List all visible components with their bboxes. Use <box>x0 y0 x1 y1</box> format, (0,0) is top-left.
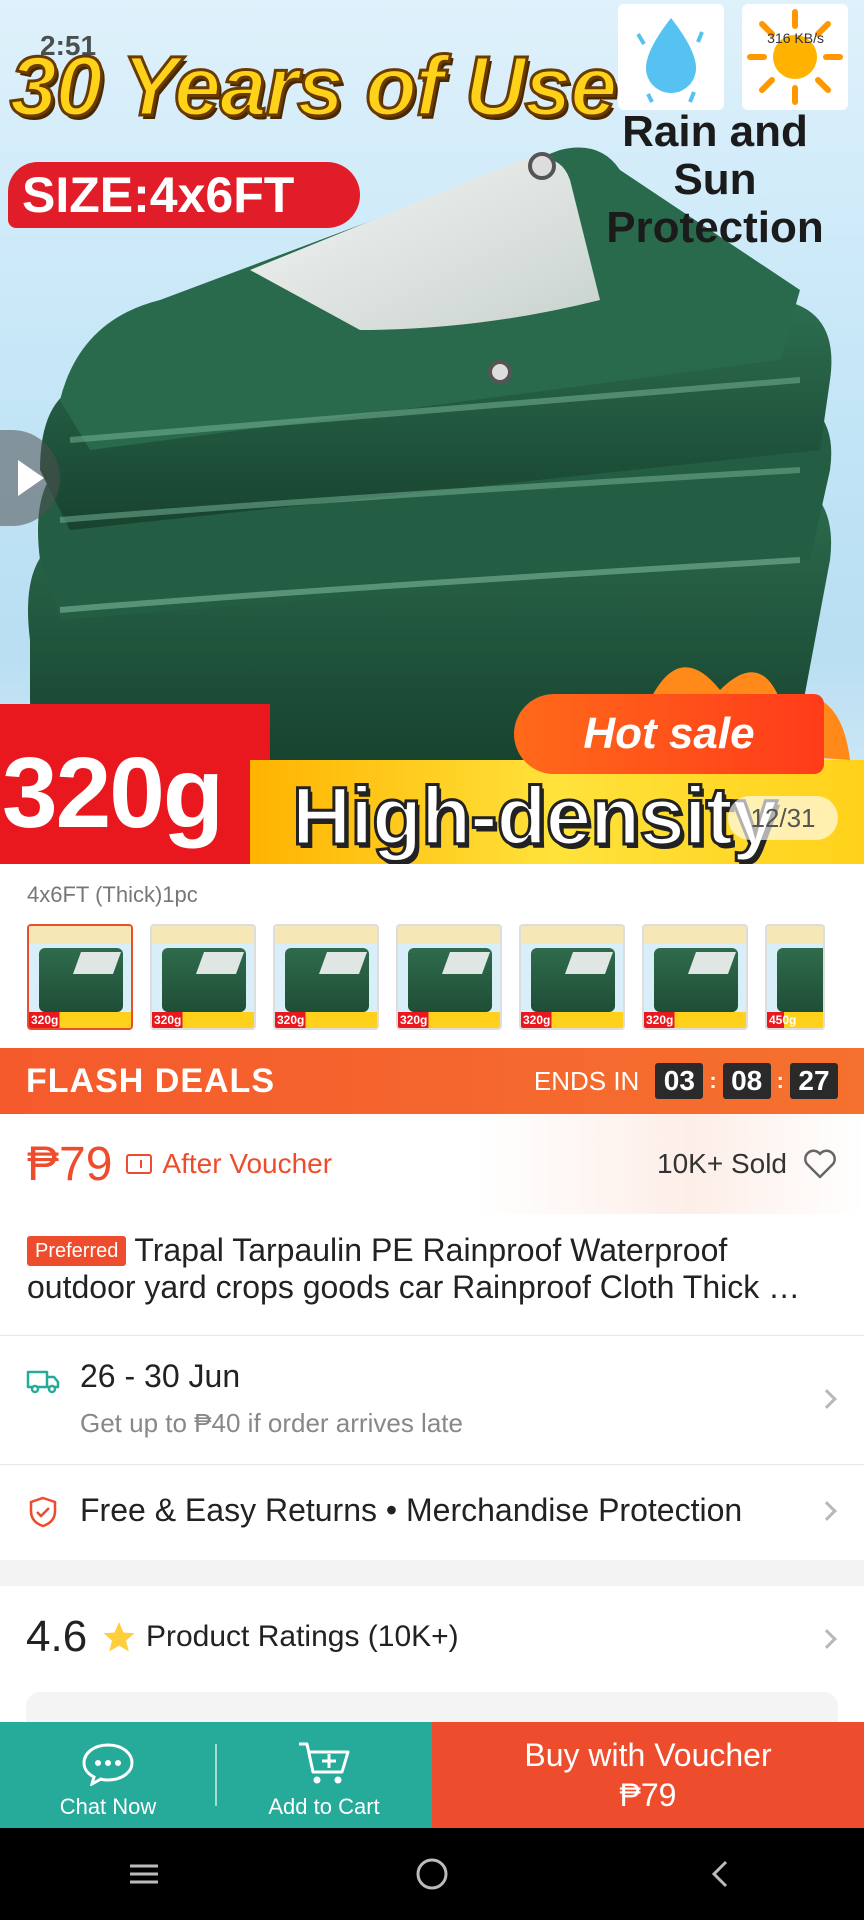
voucher-icon <box>126 1154 153 1174</box>
chat-now-button[interactable]: Chat Now <box>0 1722 216 1828</box>
chevron-right-icon <box>817 1629 837 1649</box>
variant-thumbnail[interactable]: 320g <box>396 924 502 1030</box>
price-row: ₱79 After Voucher 10K+ Sold <box>0 1114 864 1214</box>
heart-icon[interactable] <box>803 1149 837 1179</box>
returns-row[interactable]: Free & Easy Returns • Merchandise Protec… <box>0 1464 864 1560</box>
variant-thumbnail[interactable]: 320g <box>150 924 256 1030</box>
shield-icon <box>29 1496 57 1528</box>
shipping-row[interactable]: 26 - 30 Jun Get up to ₱40 if order arriv… <box>0 1336 864 1464</box>
system-navigation-bar <box>0 1828 864 1920</box>
divider <box>215 1744 217 1806</box>
timer-seconds: 27 <box>790 1063 838 1099</box>
add-to-cart-label: Add to Cart <box>268 1794 380 1819</box>
status-time: 2:51 <box>40 30 97 61</box>
after-voucher-label: After Voucher <box>162 1148 333 1179</box>
play-icon <box>18 460 44 496</box>
bottom-action-bar: Chat Now Add to Cart Buy with Voucher ₱7… <box>0 1722 864 1828</box>
back-icon[interactable] <box>690 1844 750 1904</box>
delivery-dates: 26 - 30 Jun <box>80 1358 241 1394</box>
flash-deal-bar[interactable]: FLASH DEALS ENDS IN 03 : 08 : 27 <box>0 1048 864 1114</box>
timer-minutes: 08 <box>722 1063 771 1099</box>
network-speed: 316 KB/s <box>767 30 824 46</box>
status-bar: 2:51 316 KB/s <box>0 0 864 100</box>
add-to-cart-button[interactable]: Add to Cart <box>216 1722 432 1828</box>
chat-now-label: Chat Now <box>59 1794 157 1819</box>
image-page-counter: 12/31 <box>728 796 838 840</box>
variant-thumbnails: 320g 320g 320g 320g 320g 320g 450g <box>27 924 825 1030</box>
section-gap <box>0 1560 864 1586</box>
chat-icon <box>82 1743 134 1786</box>
density-text: High-density <box>291 770 780 864</box>
ends-in-label: ENDS IN <box>533 1065 640 1096</box>
chevron-right-icon <box>817 1501 837 1521</box>
variant-thumbnail[interactable]: 320g <box>519 924 625 1030</box>
product-title: Preferred Trapal Tarpaulin PE Rainproof W… <box>27 1232 837 1306</box>
variant-thumbnail[interactable]: 320g <box>642 924 748 1030</box>
variant-label: 4x6FT (Thick)1pc <box>27 882 198 907</box>
buy-with-voucher-button[interactable]: Buy with Voucher ₱79 <box>432 1722 864 1828</box>
status-indicators: 316 KB/s <box>767 30 824 46</box>
buy-price: ₱79 <box>619 1777 677 1813</box>
add-to-cart-icon <box>299 1742 350 1784</box>
late-delivery-guarantee: Get up to ₱40 if order arrives late <box>80 1408 463 1438</box>
sold-count: 10K+ Sold <box>657 1148 787 1179</box>
ratings-row[interactable]: 4.6 Product Ratings (10K+) <box>0 1586 864 1694</box>
product-image-carousel[interactable]: 2:51 316 KB/s 30 Years of Use SIZE:4x6FT… <box>0 0 864 864</box>
protection-text: Rain and Sun Protection <box>606 107 824 252</box>
review-card-peek <box>26 1692 838 1722</box>
truck-icon <box>26 1370 60 1394</box>
variant-thumbnail[interactable]: 320g <box>27 924 133 1030</box>
rating-score: 4.6 <box>26 1612 88 1661</box>
timer-hours: 03 <box>655 1063 704 1099</box>
product-title-text: Trapal Tarpaulin PE Rainproof Waterproof… <box>27 1232 801 1305</box>
variant-thumbnail[interactable]: 450g <box>765 924 825 1030</box>
ratings-label: Product Ratings (10K+) <box>146 1620 459 1653</box>
countdown-timer: 03 : 08 : 27 <box>655 1063 838 1099</box>
home-icon[interactable] <box>402 1844 462 1904</box>
preferred-badge: Preferred <box>27 1236 127 1266</box>
menu-icon[interactable] <box>114 1844 174 1904</box>
size-badge: SIZE:4x6FT <box>8 162 360 228</box>
hot-sale-badge: Hot sale <box>514 694 824 774</box>
weight-text: 320g <box>2 737 224 849</box>
price: ₱79 <box>27 1137 113 1191</box>
variant-thumbnail[interactable]: 320g <box>273 924 379 1030</box>
flash-deal-title: FLASH DEALS <box>26 1061 275 1100</box>
chevron-right-icon <box>817 1389 837 1409</box>
star-icon <box>103 1622 135 1652</box>
returns-text: Free & Easy Returns • Merchandise Protec… <box>80 1492 743 1528</box>
buy-label: Buy with Voucher <box>524 1737 772 1773</box>
